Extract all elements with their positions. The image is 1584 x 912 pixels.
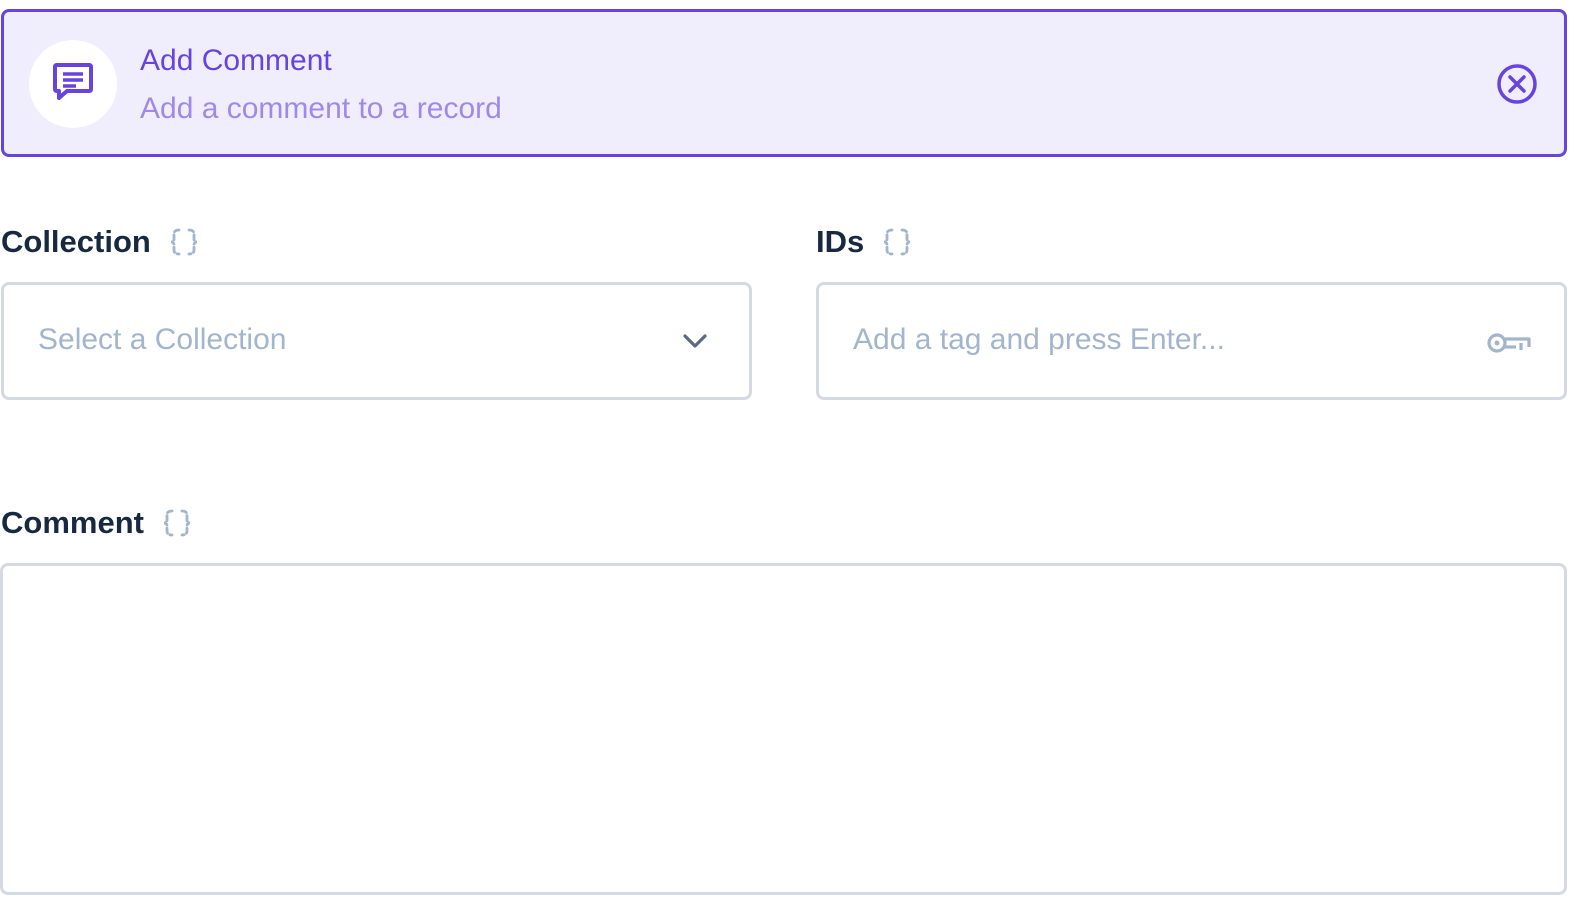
collection-placeholder: Select a Collection <box>38 323 287 356</box>
operation-header: Add Comment Add a comment to a record <box>1 9 1567 157</box>
braces-icon[interactable] <box>881 226 913 258</box>
ids-placeholder: Add a tag and press Enter... <box>853 323 1225 356</box>
operation-title: Add Comment <box>140 44 332 77</box>
braces-icon[interactable] <box>168 226 200 258</box>
chevron-down-icon[interactable] <box>678 324 712 358</box>
comment-field-label: Comment <box>1 505 193 541</box>
close-button[interactable] <box>1495 63 1539 110</box>
ids-label-text: IDs <box>816 224 865 259</box>
key-icon <box>1484 323 1534 363</box>
ids-tag-input[interactable]: Add a tag and press Enter... <box>816 282 1567 400</box>
operation-config-panel: Add Comment Add a comment to a record Co… <box>0 0 1584 912</box>
comment-icon <box>52 62 94 107</box>
collection-field-label: Collection <box>1 224 200 260</box>
collection-select[interactable]: Select a Collection <box>1 282 752 400</box>
collection-label-text: Collection <box>1 224 151 259</box>
comment-label-text: Comment <box>1 505 144 540</box>
ids-field-label: IDs <box>816 224 913 260</box>
comment-textarea[interactable] <box>0 563 1567 895</box>
operation-subtitle: Add a comment to a record <box>140 92 502 125</box>
braces-icon[interactable] <box>161 507 193 539</box>
close-circle-icon <box>1496 63 1538 110</box>
operation-icon-badge <box>29 40 117 128</box>
